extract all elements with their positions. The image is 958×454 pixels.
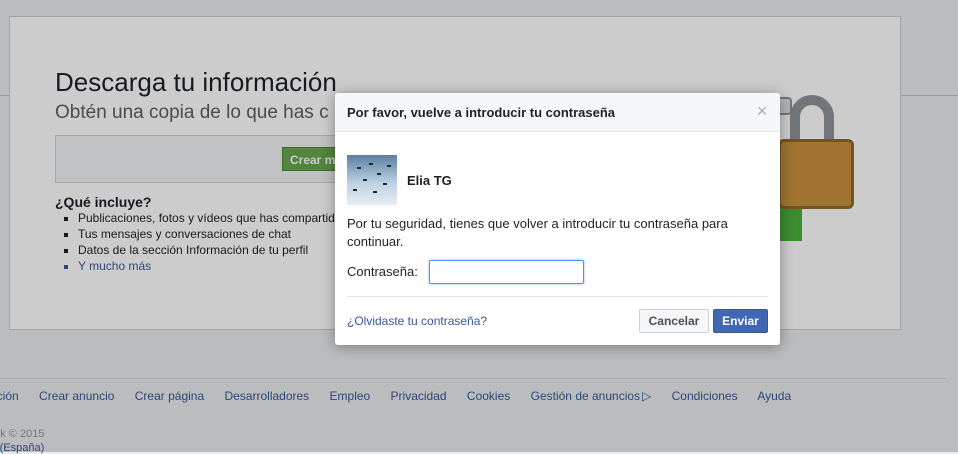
dialog-divider [347, 296, 768, 297]
password-field[interactable] [429, 260, 584, 284]
reenter-password-dialog: Por favor, vuelve a introducir tu contra… [335, 93, 780, 345]
security-message: Por tu seguridad, tienes que volver a in… [347, 216, 728, 249]
avatar [347, 155, 397, 205]
cancel-button[interactable]: Cancelar [639, 309, 709, 333]
dialog-title: Por favor, vuelve a introducir tu contra… [347, 105, 616, 120]
user-name: Elia TG [407, 173, 452, 188]
close-icon[interactable]: × [753, 102, 771, 120]
submit-button[interactable]: Enviar [713, 309, 768, 333]
dialog-header: Por favor, vuelve a introducir tu contra… [335, 93, 780, 132]
password-label: Contraseña: [347, 264, 418, 279]
forgot-password-link[interactable]: ¿Olvidaste tu contraseña? [347, 314, 487, 328]
